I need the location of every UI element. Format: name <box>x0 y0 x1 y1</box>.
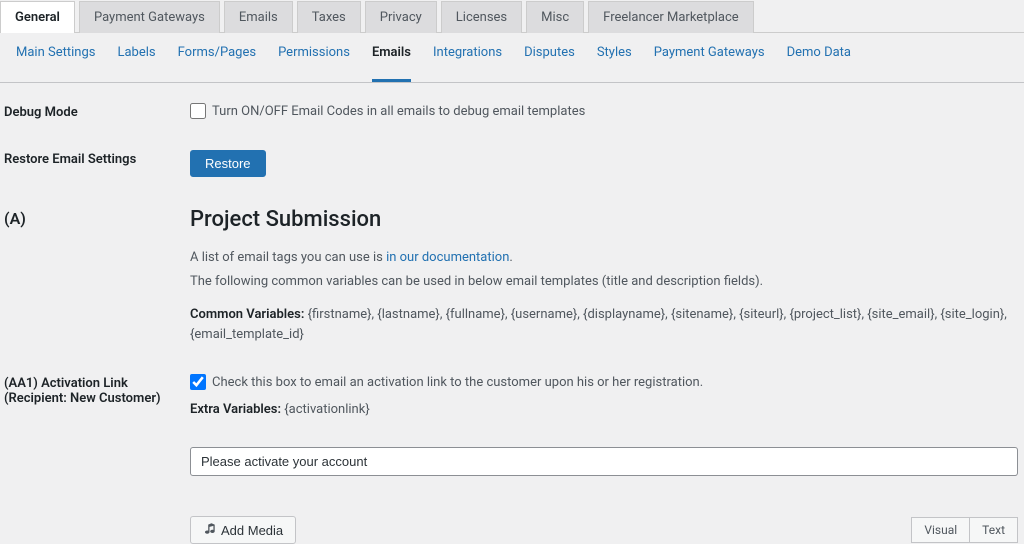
extra-vars-label: Extra Variables: <box>190 402 281 417</box>
tab-misc[interactable]: Misc <box>526 1 584 33</box>
debug-mode-text: Turn ON/OFF Email Codes in all emails to… <box>212 104 585 119</box>
debug-mode-checkbox[interactable] <box>190 103 206 119</box>
row-section-a: (A) Project Submission A list of email t… <box>0 207 1024 344</box>
common-vars-values: {firstname}, {lastname}, {fullname}, {us… <box>190 307 1007 342</box>
row-aa1: (AA1) Activation Link (Recipient: New Cu… <box>0 374 1024 417</box>
editor-tab-visual[interactable]: Visual <box>911 517 969 543</box>
label-empty <box>4 447 190 544</box>
tab-payment-gateways[interactable]: Payment Gateways <box>79 1 220 33</box>
subtab-forms-pages[interactable]: Forms/Pages <box>178 45 256 70</box>
add-media-label: Add Media <box>221 523 283 538</box>
row-debug-mode: Debug Mode Turn ON/OFF Email Codes in al… <box>0 103 1024 120</box>
editor-tabs: Visual Text <box>911 517 1018 543</box>
common-vars-label: Common Variables: <box>190 307 304 322</box>
subtab-styles[interactable]: Styles <box>597 45 632 70</box>
top-tabs: General Payment Gateways Emails Taxes Pr… <box>0 0 1024 33</box>
tab-freelancer-marketplace[interactable]: Freelancer Marketplace <box>588 1 754 33</box>
tab-emails[interactable]: Emails <box>224 1 293 33</box>
aa1-checkbox-label[interactable]: Check this box to email an activation li… <box>190 374 1020 390</box>
debug-mode-checkbox-label[interactable]: Turn ON/OFF Email Codes in all emails to… <box>190 103 1020 119</box>
tab-privacy[interactable]: Privacy <box>365 1 437 33</box>
aa1-line2: (Recipient: New Customer) <box>4 391 190 406</box>
aa1-line1: (AA1) Activation Link <box>4 376 190 391</box>
subtab-payment-gateways[interactable]: Payment Gateways <box>654 45 765 70</box>
extra-vars-line: Extra Variables: {activationlink} <box>190 402 1020 417</box>
settings-content: Debug Mode Turn ON/OFF Email Codes in al… <box>0 83 1024 544</box>
label-restore: Restore Email Settings <box>4 150 190 177</box>
subtab-demo-data[interactable]: Demo Data <box>787 45 851 70</box>
section-title-project-submission: Project Submission <box>190 207 1020 232</box>
aa1-checkbox-text: Check this box to email an activation li… <box>212 375 703 390</box>
row-title-input: Add Media Visual Text <box>0 447 1024 544</box>
tab-general[interactable]: General <box>0 1 75 33</box>
label-debug-mode: Debug Mode <box>4 103 190 120</box>
media-icon <box>203 522 216 538</box>
sub-tabs: Main Settings Labels Forms/Pages Permiss… <box>0 33 1024 83</box>
label-section-a: (A) <box>4 207 190 344</box>
tab-taxes[interactable]: Taxes <box>297 1 361 33</box>
subtab-permissions[interactable]: Permissions <box>278 45 350 70</box>
aa1-checkbox[interactable] <box>190 374 206 390</box>
label-aa1: (AA1) Activation Link (Recipient: New Cu… <box>4 374 190 417</box>
editor-toolbar: Add Media Visual Text <box>190 516 1018 544</box>
common-vars-line: Common Variables: {firstname}, {lastname… <box>190 305 1020 344</box>
editor-tab-text[interactable]: Text <box>969 517 1018 543</box>
restore-button[interactable]: Restore <box>190 150 266 177</box>
subtab-disputes[interactable]: Disputes <box>524 45 575 70</box>
desc-line-2: The following common variables can be us… <box>190 272 1020 292</box>
add-media-button[interactable]: Add Media <box>190 516 296 544</box>
subtab-emails[interactable]: Emails <box>372 45 411 82</box>
documentation-link[interactable]: in our documentation <box>386 250 509 265</box>
email-title-input[interactable] <box>190 447 1018 476</box>
subtab-labels[interactable]: Labels <box>117 45 155 70</box>
desc-line-1: A list of email tags you can use is in o… <box>190 248 1020 268</box>
extra-vars-values: {activationlink} <box>281 402 370 417</box>
desc-period: . <box>509 250 512 265</box>
desc-prefix: A list of email tags you can use is <box>190 250 386 265</box>
row-restore: Restore Email Settings Restore <box>0 150 1024 177</box>
subtab-main-settings[interactable]: Main Settings <box>16 45 95 70</box>
subtab-integrations[interactable]: Integrations <box>433 45 502 70</box>
tab-licenses[interactable]: Licenses <box>441 1 522 33</box>
